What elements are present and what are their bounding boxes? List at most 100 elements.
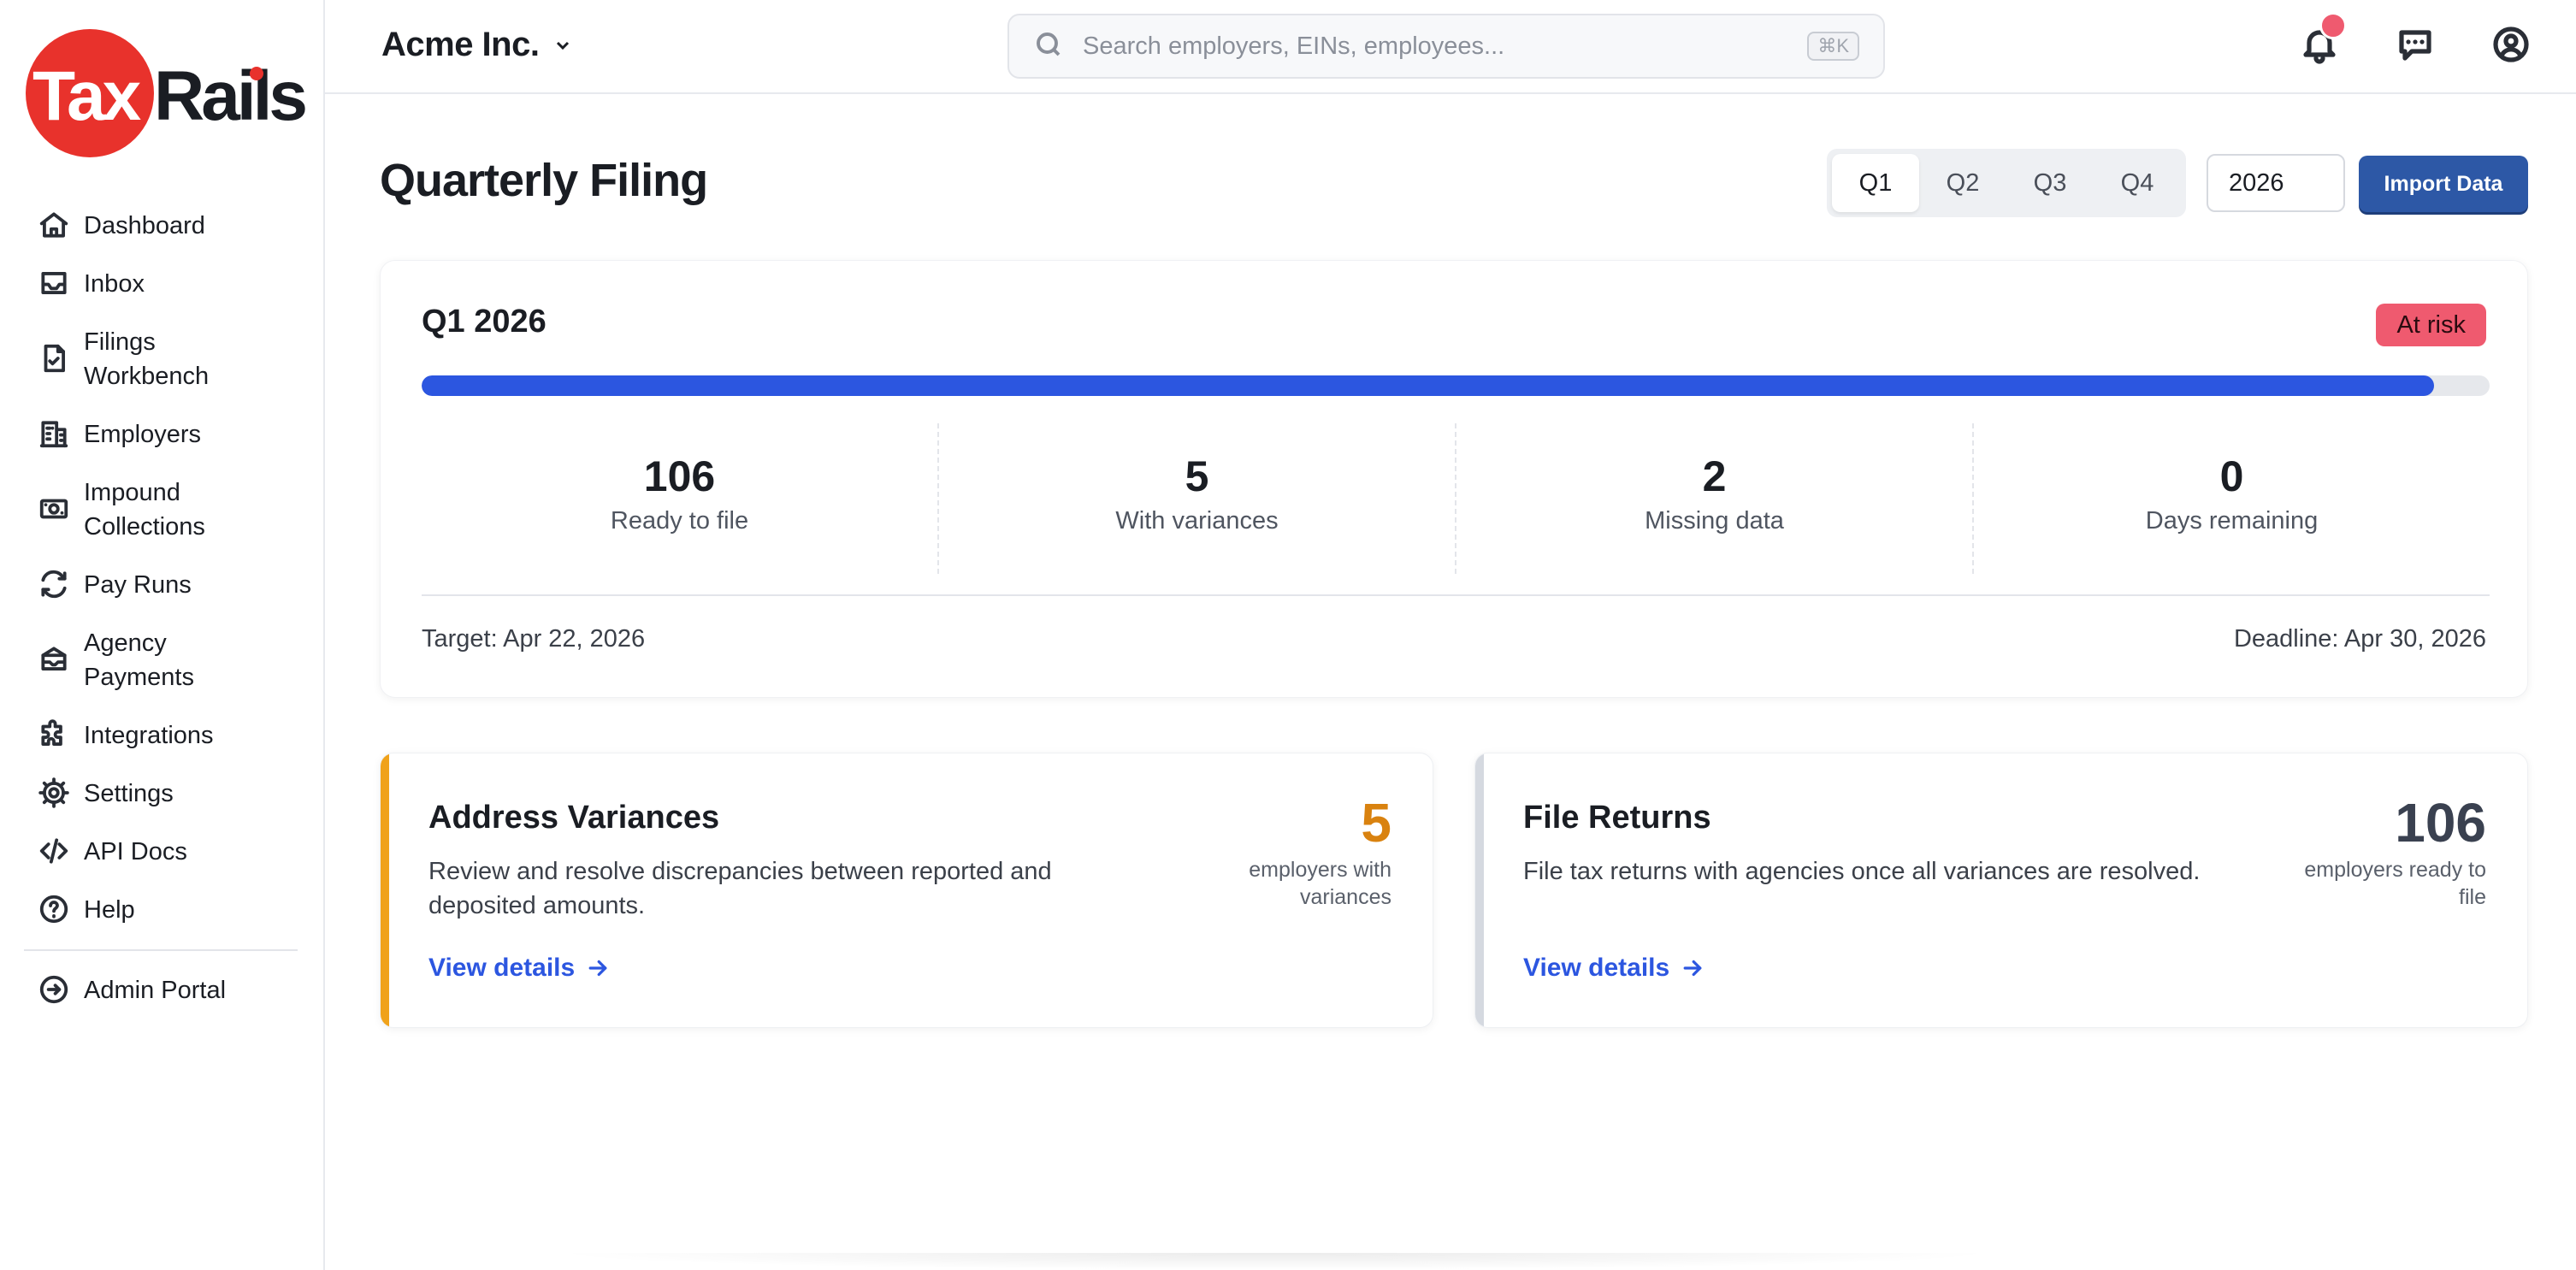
sidebar-item-integrations[interactable]: Integrations <box>24 706 298 765</box>
card-title: File Returns <box>1523 800 1711 836</box>
filing-progress-bar <box>422 375 2490 396</box>
search-input[interactable] <box>1083 32 1808 61</box>
code-icon <box>38 835 70 867</box>
refresh-icon <box>38 568 70 600</box>
sidebar-item-agency-payments[interactable]: Agency Payments <box>24 614 298 706</box>
target-date: Target: Apr 22, 2026 <box>422 625 646 653</box>
bell-icon <box>2299 30 2340 68</box>
tab-q1[interactable]: Q1 <box>1832 154 1919 212</box>
keyboard-shortcut-hint: ⌘K <box>1807 32 1859 61</box>
arrow-right-icon <box>1683 960 1702 977</box>
org-switcher[interactable]: Acme Inc. <box>381 26 573 64</box>
sidebar-item-filings-workbench[interactable]: Filings Workbench <box>24 313 298 405</box>
search-bar[interactable]: ⌘K <box>1007 14 1885 79</box>
sidebar-item-pay-runs[interactable]: Pay Runs <box>24 556 298 614</box>
gear-icon <box>38 777 70 809</box>
status-badge: At risk <box>2376 304 2486 346</box>
search-icon <box>1033 29 1064 64</box>
year-field[interactable] <box>2207 154 2345 212</box>
period-title: Q1 2026 <box>422 304 547 340</box>
stat-value: 106 <box>643 452 716 500</box>
quarter-summary-card: Q1 2026 At risk 106 Ready to file 5 With… <box>380 260 2528 698</box>
import-data-button[interactable]: Import Data <box>2359 156 2528 212</box>
summary-divider <box>422 594 2490 596</box>
tab-q2[interactable]: Q2 <box>1919 154 2006 212</box>
card-count: 5 <box>1361 792 1391 854</box>
sidebar-item-settings[interactable]: Settings <box>24 765 298 823</box>
help-icon <box>38 893 70 925</box>
stat-days-remaining: 0 Days remaining <box>1974 423 2490 574</box>
stat-label: Ready to file <box>610 507 749 535</box>
sidebar-item-label: Pay Runs <box>84 571 192 599</box>
sidebar-item-label: Integrations <box>84 722 214 749</box>
chat-icon <box>2395 30 2436 68</box>
sidebar-item-label: Impound Collections <box>84 479 205 540</box>
stat-with-variances: 5 With variances <box>939 423 1456 574</box>
quarter-selector: Q1 Q2 Q3 Q4 <box>1827 149 2186 217</box>
deadline-date: Deadline: Apr 30, 2026 <box>2233 625 2486 653</box>
view-details-link[interactable]: View details <box>1523 954 1705 983</box>
bottom-shadow <box>547 1253 2001 1270</box>
sidebar-item-label: Help <box>84 896 135 924</box>
card-count-label: employers with variances <box>1249 858 1391 909</box>
sidebar-item-label: Filings Workbench <box>84 328 210 390</box>
link-label: View details <box>428 954 576 982</box>
taxrails-logo[interactable]: Tax Rails <box>26 29 308 157</box>
sidebar-item-label: Dashboard <box>84 212 205 239</box>
top-bar: Acme Inc. ⌘K <box>325 0 2576 94</box>
stat-value: 2 <box>1702 452 1727 500</box>
notification-dot <box>2319 12 2347 39</box>
sidebar-item-dashboard[interactable]: Dashboard <box>24 197 298 255</box>
logo-text-rails: Rails <box>154 57 308 135</box>
arrow-circle-icon <box>38 973 70 1006</box>
sidebar-item-label: Settings <box>84 780 174 807</box>
notifications-button[interactable] <box>2299 12 2347 68</box>
stat-ready-to-file: 106 Ready to file <box>422 423 939 574</box>
file-returns-card: File Returns File tax returns with agenc… <box>1474 753 2528 1028</box>
building-icon <box>38 417 70 450</box>
stat-value: 5 <box>1185 452 1209 500</box>
sidebar-item-label: API Docs <box>84 838 187 865</box>
money-icon <box>38 493 70 525</box>
sidebar-divider <box>24 949 298 951</box>
file-check-icon <box>38 342 70 375</box>
stats-row: 106 Ready to file 5 With variances 2 Mis… <box>422 423 2490 574</box>
sidebar-item-label: Employers <box>84 421 201 448</box>
card-count-label: employers ready to file <box>2304 858 2486 909</box>
stat-value: 0 <box>2219 452 2244 500</box>
top-actions <box>2299 12 2532 68</box>
card-title: Address Variances <box>428 800 720 836</box>
sidebar-item-api-docs[interactable]: API Docs <box>24 823 298 881</box>
view-details-link[interactable]: View details <box>428 954 611 983</box>
messages-button[interactable] <box>2395 24 2436 65</box>
card-accent-bar <box>1475 753 1484 1027</box>
sidebar-item-label: Inbox <box>84 270 145 298</box>
chevron-down-icon <box>552 35 573 56</box>
card-description: File tax returns with agencies once all … <box>1523 858 2201 885</box>
home-icon <box>38 209 70 241</box>
sidebar-item-label: Agency Payments <box>84 629 194 691</box>
tab-q3[interactable]: Q3 <box>2006 154 2094 212</box>
sidebar: Tax Rails Dashboard Inbox Filings Workbe… <box>0 0 325 1270</box>
sidebar-item-admin-portal[interactable]: Admin Portal <box>24 961 298 1019</box>
logo-text-tax: Tax <box>32 57 141 135</box>
org-name: Acme Inc. <box>381 26 540 63</box>
card-accent-bar <box>381 753 389 1027</box>
address-variances-card: Address Variances Review and resolve dis… <box>380 753 1433 1028</box>
stat-missing-data: 2 Missing data <box>1456 423 1974 574</box>
stat-label: With variances <box>1115 507 1279 535</box>
stat-label: Days remaining <box>2145 507 2319 535</box>
tab-q4[interactable]: Q4 <box>2094 154 2181 212</box>
sidebar-item-label: Admin Portal <box>84 977 227 1004</box>
sidebar-item-help[interactable]: Help <box>24 881 298 939</box>
sidebar-item-inbox[interactable]: Inbox <box>24 255 298 313</box>
user-icon <box>2490 27 2532 68</box>
puzzle-icon <box>38 718 70 751</box>
card-description: Review and resolve discrepancies between… <box>428 858 1052 919</box>
logo-dot <box>250 67 263 80</box>
progress-fill <box>422 375 2434 396</box>
inbox-icon <box>38 267 70 299</box>
user-menu-button[interactable] <box>2490 24 2532 65</box>
sidebar-item-impound-collections[interactable]: Impound Collections <box>24 464 298 556</box>
sidebar-item-employers[interactable]: Employers <box>24 405 298 464</box>
